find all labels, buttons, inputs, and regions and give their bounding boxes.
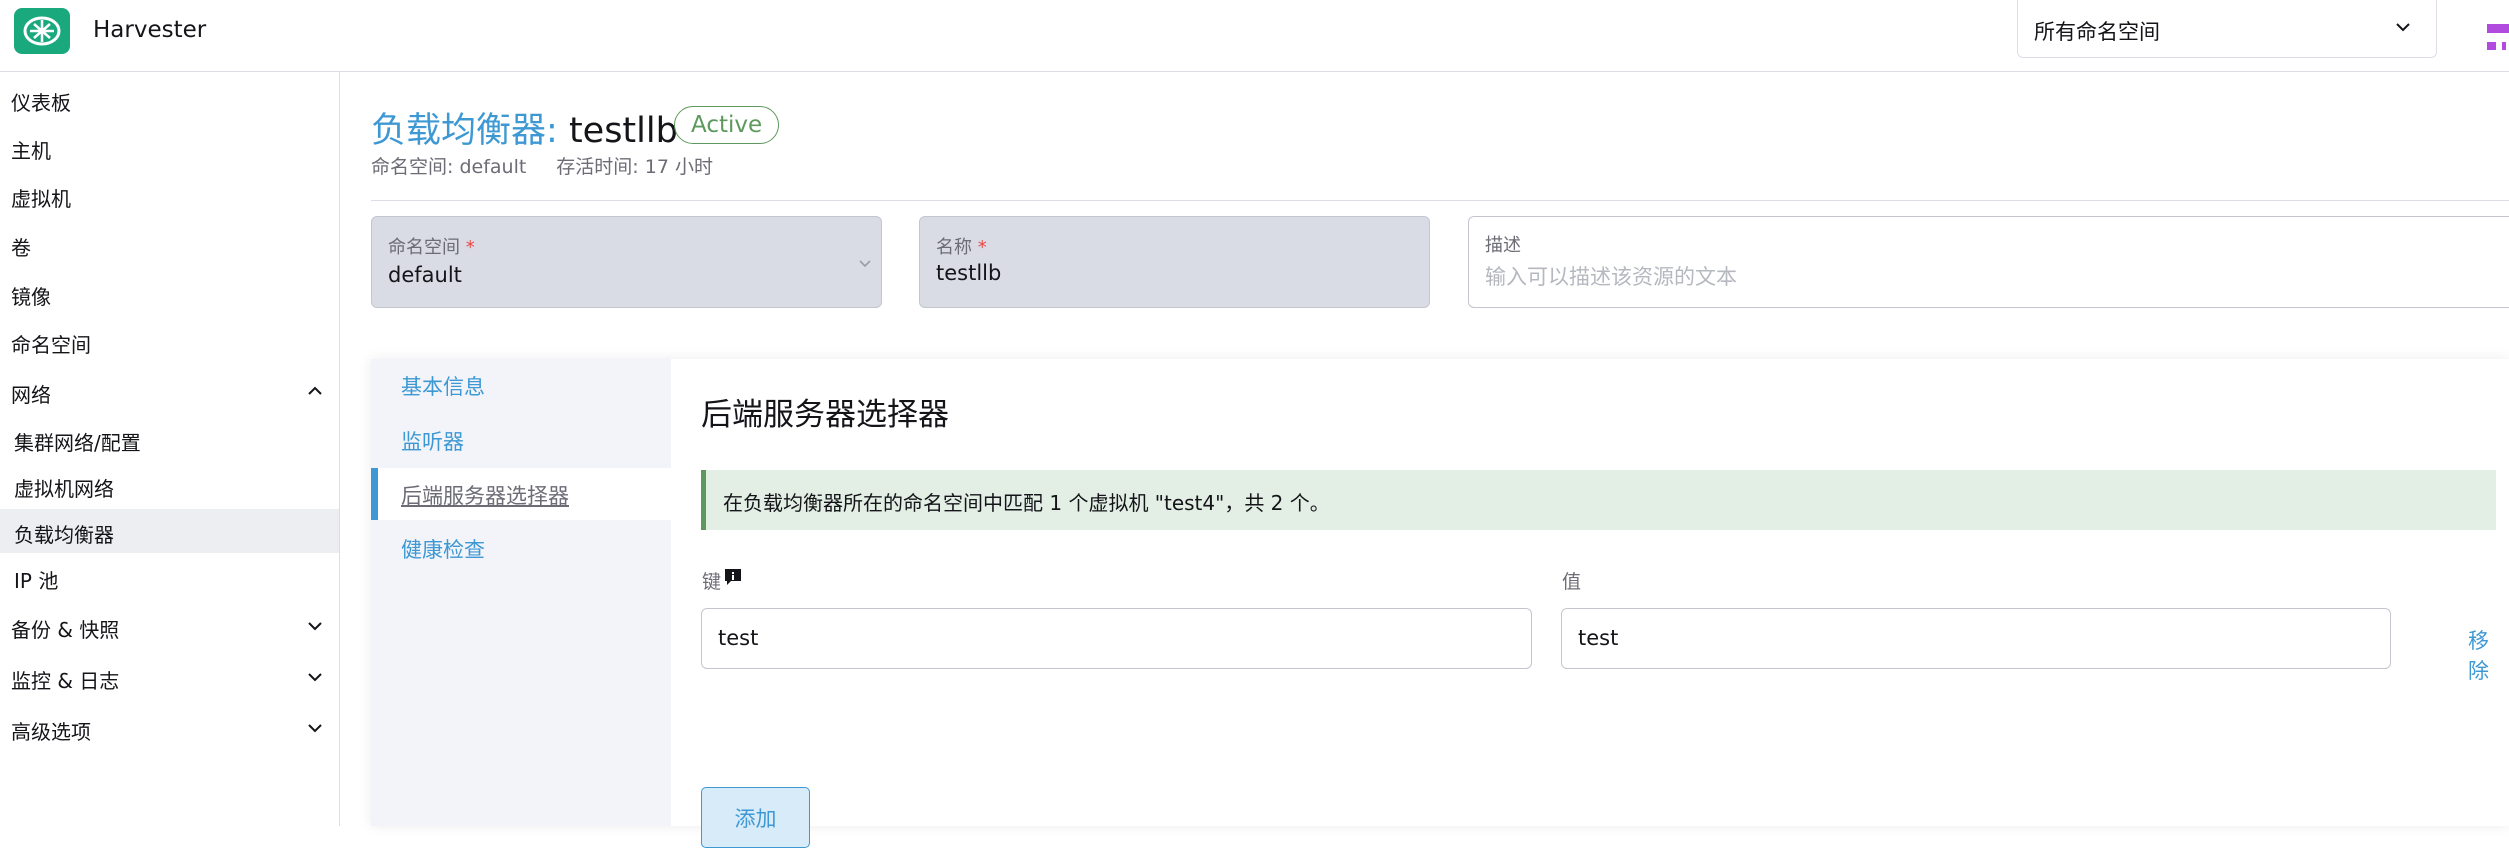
sidebar-group-monitoring-logging[interactable]: 监控 & 日志 [0, 655, 339, 699]
chevron-down-icon [859, 260, 871, 268]
user-avatar-icon[interactable] [2484, 20, 2509, 60]
sidebar-group-advanced[interactable]: 高级选项 [0, 706, 339, 750]
namespace-field-label: 命名空间 * [388, 237, 475, 258]
tabbed-panel: 基本信息 监听器 后端服务器选择器 健康检查 后端服务器选择器 在负载均衡器所在… [371, 359, 2509, 848]
chevron-down-icon [2396, 23, 2410, 32]
sidebar-item-hosts[interactable]: 主机 [0, 125, 339, 169]
tab-label: 后端服务器选择器 [401, 484, 569, 508]
chevron-down-icon [308, 724, 322, 733]
harvester-logo[interactable] [14, 8, 70, 54]
sidebar-item-label: 卷 [11, 236, 31, 260]
main-content: 负载均衡器: testllb Active 命名空间: default 存活时间:… [341, 72, 2509, 848]
selector-value-input[interactable]: test [1561, 608, 2391, 669]
chevron-down-icon [308, 622, 322, 631]
sidebar-item-images[interactable]: 镜像 [0, 271, 339, 315]
app-title: Harvester [93, 17, 207, 43]
status-badge: Active [674, 106, 780, 144]
sidebar-item-label: 仪表板 [11, 91, 71, 115]
sidebar-item-vm-networks[interactable]: 虚拟机网络 [0, 463, 339, 507]
tab-label: 基本信息 [401, 375, 485, 399]
description-field-placeholder: 输入可以描述该资源的文本 [1485, 265, 1737, 289]
tab-label: 健康检查 [401, 538, 485, 562]
side-nav: 仪表板 主机 虚拟机 卷 镜像 命名空间 网络 集群网络/配置 虚拟机网络 负载… [0, 72, 340, 826]
tab-backend-server-selector[interactable]: 后端服务器选择器 [371, 468, 671, 520]
tab-listeners[interactable]: 监听器 [371, 414, 671, 466]
info-icon[interactable] [723, 567, 743, 587]
breadcrumb-load-balancers[interactable]: 负载均衡器: [371, 111, 558, 151]
banner-text: 在负载均衡器所在的命名空间中匹配 1 个虚拟机 "test4"，共 2 个。 [723, 491, 1330, 515]
sidebar-item-label: 虚拟机网络 [14, 477, 114, 501]
sidebar-item-load-balancers[interactable]: 负载均衡器 [0, 509, 339, 553]
sidebar-item-namespaces[interactable]: 命名空间 [0, 319, 339, 363]
page-title: 负载均衡器: testllb [371, 102, 678, 153]
tab-basic-info[interactable]: 基本信息 [371, 359, 671, 411]
namespace-field[interactable]: 命名空间 * default [371, 216, 882, 308]
name-field[interactable]: 名称 * testllb [919, 216, 1430, 308]
name-field-value: testllb [936, 261, 1002, 285]
meta-age: 存活时间: 17 小时 [556, 156, 713, 178]
sidebar-item-label: 命名空间 [11, 333, 91, 357]
sidebar-item-label: 虚拟机 [11, 187, 71, 211]
sidebar-group-backup-snapshot[interactable]: 备份 & 快照 [0, 604, 339, 648]
chevron-up-icon [308, 386, 322, 395]
selector-value-value: test [1578, 626, 1619, 650]
add-selector-button[interactable]: 添加 [701, 787, 810, 848]
key-column-label: 键 [702, 567, 743, 594]
value-column-label: 值 [1562, 571, 1582, 593]
namespace-filter-select[interactable]: 所有命名空间 [2017, 0, 2437, 58]
sidebar-item-cluster-networks[interactable]: 集群网络/配置 [0, 417, 339, 461]
sidebar-item-dashboard[interactable]: 仪表板 [0, 77, 339, 121]
selector-key-value: test [718, 626, 759, 650]
sidebar-item-label: 集群网络/配置 [14, 431, 141, 455]
sidebar-item-virtual-machines[interactable]: 虚拟机 [0, 173, 339, 217]
tab-health-check[interactable]: 健康检查 [371, 522, 671, 574]
divider [371, 200, 2509, 201]
selector-key-input[interactable]: test [701, 608, 1532, 669]
sidebar-item-volumes[interactable]: 卷 [0, 222, 339, 266]
sidebar-item-label: 高级选项 [11, 720, 91, 744]
tab-label: 监听器 [401, 430, 464, 454]
sidebar-item-label: 主机 [11, 139, 51, 163]
sidebar-item-label: 负载均衡器 [14, 523, 114, 547]
resource-meta: 命名空间: default 存活时间: 17 小时 [371, 152, 713, 179]
sidebar-group-networks[interactable]: 网络 [0, 369, 339, 413]
chevron-down-icon [308, 673, 322, 682]
sidebar-item-label: 监控 & 日志 [11, 669, 120, 693]
section-title: 后端服务器选择器 [701, 397, 949, 433]
resource-name: testllb [568, 111, 678, 151]
tab-list: 基本信息 监听器 后端服务器选择器 健康检查 [371, 359, 671, 826]
namespace-field-value: default [388, 263, 462, 287]
sidebar-item-label: 网络 [11, 383, 51, 407]
sidebar-item-label: 镜像 [11, 285, 51, 309]
description-field-label: 描述 [1485, 235, 1521, 256]
sidebar-item-label: IP 池 [14, 569, 59, 593]
name-field-label: 名称 * [936, 237, 987, 258]
sidebar-item-ip-pools[interactable]: IP 池 [0, 555, 339, 599]
remove-row-button[interactable]: 移除 [2468, 625, 2509, 685]
harvester-logo-icon [23, 16, 61, 46]
namespace-filter-value: 所有命名空间 [2034, 20, 2160, 44]
description-field[interactable]: 描述 输入可以描述该资源的文本 [1468, 216, 2509, 308]
match-info-banner: 在负载均衡器所在的命名空间中匹配 1 个虚拟机 "test4"，共 2 个。 [701, 470, 2496, 530]
top-header: Harvester 所有命名空间 [0, 0, 2509, 72]
sidebar-item-label: 备份 & 快照 [11, 618, 120, 642]
meta-namespace: 命名空间: default [371, 156, 527, 178]
